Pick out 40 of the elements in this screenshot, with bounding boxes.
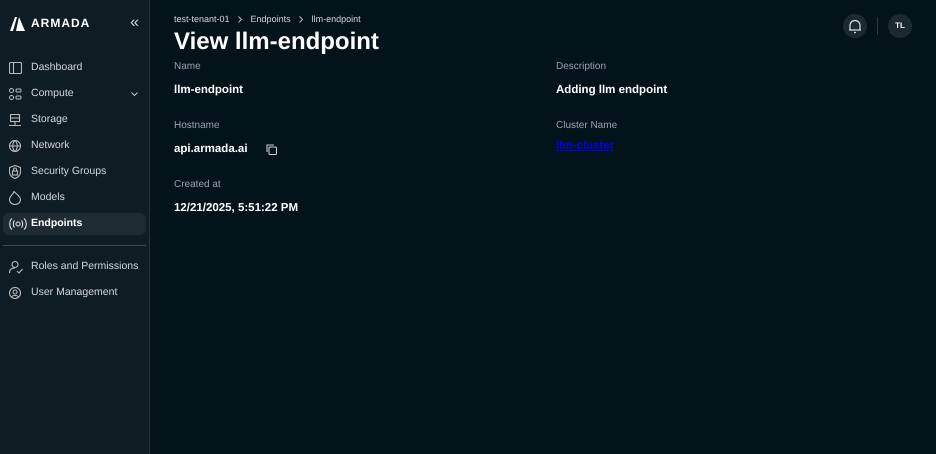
breadcrumb-link[interactable]: Endpoints (250, 13, 291, 26)
field-label: Name (174, 60, 202, 72)
broadcast-icon (9, 218, 27, 230)
dashboard-icon (9, 62, 22, 74)
field-label: Description (556, 60, 608, 72)
collapse-button[interactable]: « (130, 15, 139, 31)
globe-icon (9, 140, 21, 152)
users-check-icon (9, 260, 23, 274)
nodes-icon (9, 88, 22, 100)
nav-item[interactable]: Storage (3, 109, 146, 131)
field-value: api.armada.ai (174, 142, 248, 157)
nav-item[interactable]: Models (3, 187, 146, 209)
copy-button[interactable] (266, 144, 277, 155)
avatar-button[interactable]: TL (888, 14, 912, 38)
nav-item[interactable]: Endpoints (3, 213, 146, 235)
field-value: llm-endpoint (174, 82, 243, 98)
notifications-button[interactable] (843, 14, 867, 38)
server-icon (9, 114, 21, 126)
chevron-right-icon (298, 16, 304, 24)
nav-item[interactable]: User Management (3, 282, 146, 304)
field-label: Cluster Name (556, 118, 618, 132)
field-value: Adding llm endpoint (556, 82, 668, 98)
chevron-right-icon (238, 16, 243, 24)
nav-item[interactable]: Network (3, 135, 146, 157)
logo-icon (9, 16, 26, 30)
breadcrumb-link[interactable]: test-tenant-01 (174, 13, 230, 26)
nav-item[interactable]: Dashboard (3, 57, 146, 79)
copy-icon (266, 144, 277, 155)
breadcrumb-link[interactable]: llm-endpoint (312, 13, 361, 26)
field-label: Created at (174, 178, 222, 190)
page-title: View llm-endpoint (174, 26, 380, 56)
nav-item[interactable]: Roles and Permissions (3, 256, 146, 278)
user-gear-icon (9, 287, 21, 299)
nav-item[interactable]: Compute (3, 83, 146, 105)
field-value: 12/21/2025, 5:51:22 PM (174, 200, 298, 216)
nav-item[interactable]: Security Groups (3, 161, 146, 183)
bell-icon (848, 18, 862, 34)
shield-lock-icon (9, 165, 21, 179)
logo-text: ARMADA (31, 15, 90, 32)
field-label: Hostname (174, 118, 221, 132)
